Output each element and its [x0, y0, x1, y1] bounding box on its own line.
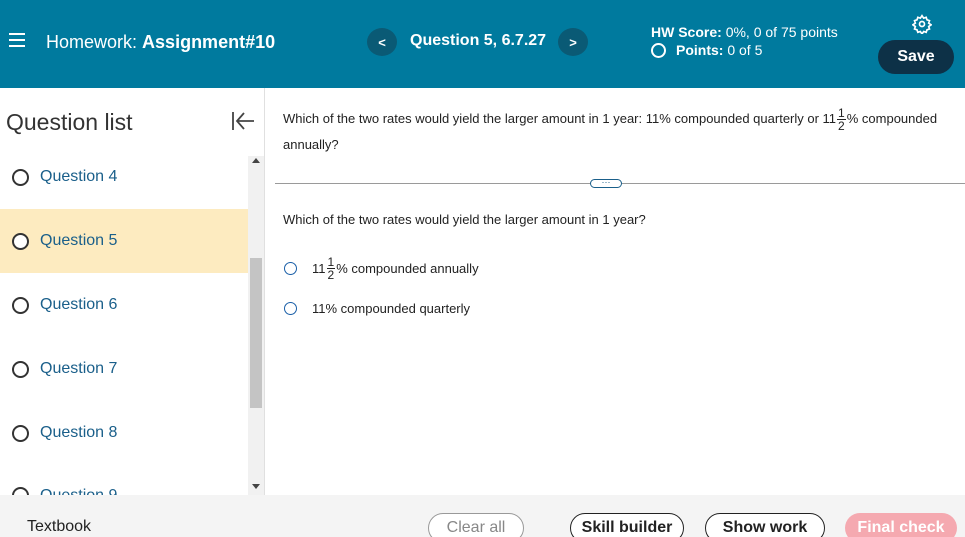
show-work-button[interactable]: Show work: [705, 513, 825, 537]
scroll-down-arrow-icon[interactable]: [252, 484, 260, 489]
settings-gear-icon[interactable]: [912, 14, 932, 34]
next-question-button[interactable]: >: [558, 28, 588, 56]
question-list-item-4[interactable]: Question 4: [0, 145, 248, 209]
fraction: 12: [837, 107, 846, 132]
previous-question-button[interactable]: <: [367, 28, 397, 56]
scroll-up-arrow-icon[interactable]: [252, 158, 260, 163]
question-list-item-label: Question 7: [40, 360, 118, 377]
hamburger-menu-icon[interactable]: [9, 33, 25, 47]
expand-more-button[interactable]: ···: [590, 178, 622, 188]
bottom-toolbar: Textbook Clear all Skill builder Show wo…: [0, 495, 965, 537]
question-list-item-label: Question 5: [40, 232, 118, 249]
hw-score-value: 0%, 0 of 75 points: [725, 24, 838, 40]
top-header: Homework: Assignment#10 < Question 5, 6.…: [0, 0, 965, 88]
fraction: 12: [326, 256, 336, 282]
assignment-name: Assignment#10: [142, 32, 276, 52]
question-list-item-label: Question 4: [40, 168, 118, 185]
option-whole: 11: [312, 261, 326, 276]
question-status-icon: [12, 424, 29, 442]
question-list-item-label: Question 9: [40, 487, 117, 495]
option-text: 11% compounded quarterly: [312, 301, 471, 316]
question-text: Which of the two rates would yield the l…: [283, 106, 958, 158]
clear-all-button[interactable]: Clear all: [428, 513, 524, 537]
sub-question-text: Which of the two rates would yield the l…: [283, 212, 646, 227]
question-status-icon: [12, 360, 29, 378]
fraction-denominator: 2: [327, 268, 335, 282]
question-status-icon: [12, 168, 29, 186]
save-button[interactable]: Save: [878, 40, 954, 74]
sidebar-scrollbar[interactable]: [248, 156, 264, 495]
question-content: Which of the two rates would yield the l…: [266, 88, 965, 495]
hw-score-label: HW Score:: [651, 24, 722, 40]
homework-prefix: Homework:: [46, 32, 138, 52]
points: Points: 0 of 5: [651, 42, 762, 58]
scroll-thumb[interactable]: [250, 258, 262, 408]
question-text-part1: Which of the two rates would yield the l…: [283, 111, 837, 126]
answer-option-quarterly[interactable]: 11% compounded quarterly: [284, 301, 470, 316]
question-list-item-5[interactable]: Question 5: [0, 209, 248, 273]
question-list-item-label: Question 8: [40, 424, 118, 441]
option-text: % compounded annually: [336, 261, 479, 276]
points-value: 0 of 5: [727, 42, 763, 58]
radio-button[interactable]: [284, 302, 297, 315]
final-check-button[interactable]: Final check: [845, 513, 957, 537]
answer-option-annually[interactable]: 11 1 2% compounded annually: [284, 256, 479, 281]
points-status-icon: [651, 42, 666, 58]
question-status-icon: [12, 487, 29, 495]
question-list-item-label: Question 6: [40, 296, 118, 313]
hw-score: HW Score: 0%, 0 of 75 points: [651, 24, 838, 40]
radio-button[interactable]: [284, 262, 297, 275]
points-label: Points:: [676, 42, 724, 58]
current-question-label: Question 5, 6.7.27: [410, 32, 547, 49]
question-list-item-6[interactable]: Question 6: [0, 273, 248, 337]
question-list-item-7[interactable]: Question 7: [0, 337, 248, 401]
collapse-sidebar-icon[interactable]: [231, 110, 255, 132]
question-list-title: Question list: [6, 109, 133, 135]
fraction-denominator: 2: [838, 119, 845, 134]
skill-builder-button[interactable]: Skill builder: [570, 513, 684, 537]
question-status-icon: [12, 232, 29, 250]
homework-title: Homework: Assignment#10: [46, 32, 275, 53]
question-list-item-8[interactable]: Question 8: [0, 401, 248, 465]
question-list-sidebar: Question list Question 4 Question 5 Ques…: [0, 88, 265, 495]
question-status-icon: [12, 296, 29, 314]
question-list-item-9[interactable]: Question 9: [0, 465, 248, 495]
textbook-link[interactable]: Textbook: [27, 518, 91, 536]
